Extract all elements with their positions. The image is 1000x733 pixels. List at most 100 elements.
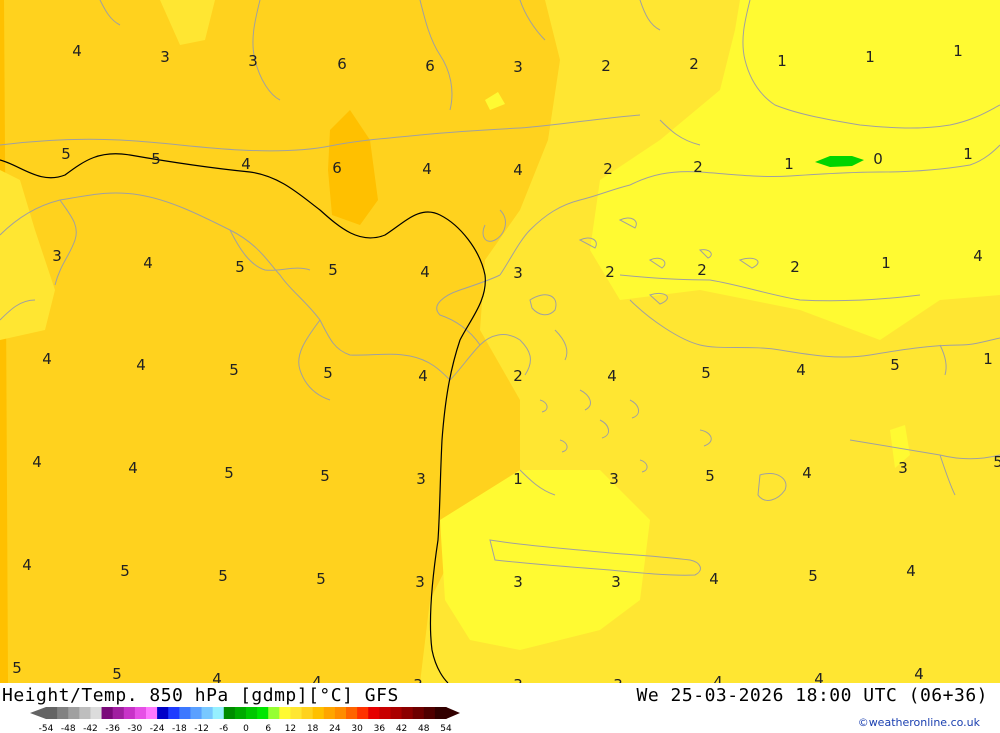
scale-label: -54 — [39, 724, 54, 733]
scale-swatch — [68, 707, 80, 719]
temperature-label: 4 — [914, 665, 924, 683]
temperature-label: 4 — [709, 570, 719, 588]
scale-arrow-left — [30, 707, 46, 719]
scale-label: 12 — [285, 724, 296, 733]
temperature-label: 4 — [212, 670, 222, 683]
scale-swatch — [134, 707, 147, 719]
scale-label: 30 — [351, 724, 363, 733]
scale-swatch — [57, 707, 69, 719]
temperature-label: 4 — [513, 161, 523, 179]
scale-swatch — [312, 707, 325, 719]
temperature-label: 5 — [320, 467, 330, 485]
temperature-label: 3 — [613, 676, 623, 683]
scale-swatch — [323, 707, 336, 719]
temperature-label: 4 — [136, 356, 146, 374]
scale-swatch — [412, 707, 425, 719]
temperature-label: 3 — [513, 573, 523, 591]
scale-swatch — [379, 707, 391, 719]
temperature-label: 2 — [601, 57, 611, 75]
scale-label: -48 — [61, 724, 76, 733]
temperature-label: 5 — [323, 364, 333, 382]
scale-swatch — [234, 707, 247, 719]
scale-swatch — [357, 707, 369, 719]
temperature-label: 4 — [973, 247, 983, 265]
temperature-label: 5 — [705, 467, 715, 485]
scale-label: 48 — [418, 724, 430, 733]
temperature-label: 1 — [953, 42, 963, 60]
temperature-label: 5 — [328, 261, 338, 279]
temperature-label: 4 — [32, 453, 42, 471]
temperature-label: 4 — [72, 42, 82, 60]
temperature-label: 6 — [425, 57, 435, 75]
temperature-label: 3 — [415, 573, 425, 591]
temperature-label: 5 — [12, 659, 22, 677]
temperature-label: 4 — [422, 160, 432, 178]
temperature-label: 3 — [413, 676, 423, 683]
temperature-label: 3 — [248, 52, 258, 70]
temperature-label: 4 — [796, 361, 806, 379]
temperature-label: 4 — [128, 459, 138, 477]
scale-swatch — [90, 707, 103, 719]
scale-swatch — [290, 707, 303, 719]
scale-swatch — [268, 707, 280, 719]
temperature-label: 5 — [61, 145, 71, 163]
scale-label: -6 — [219, 724, 228, 733]
temperature-label: 4 — [42, 350, 52, 368]
scale-label: 18 — [307, 724, 319, 733]
scale-swatch — [79, 707, 91, 719]
temperature-label: 2 — [693, 158, 703, 176]
scale-label: -42 — [83, 724, 98, 733]
scale-label: -24 — [150, 724, 165, 733]
temperature-label: 6 — [332, 159, 342, 177]
scale-swatch — [401, 707, 414, 719]
temperature-label: 4 — [802, 464, 812, 482]
temperature-label: 2 — [605, 263, 615, 281]
scale-label: -36 — [105, 724, 120, 733]
map-canvas: 4 3 3 6 6 3 2 2 1 1 1 5 5 4 6 4 4 2 2 1 0 1 3 4 5 5 4 3 2 2 2 1 4 4 4 5 5 4 2 4… — [0, 0, 1000, 683]
scale-swatch — [101, 707, 114, 719]
scale-swatch — [146, 707, 158, 719]
temperature-label: 4 — [312, 673, 322, 683]
temperature-label: 5 — [112, 665, 122, 683]
scale-swatch — [346, 707, 358, 719]
temperature-label: 5 — [218, 567, 228, 585]
temperature-label: 4 — [418, 367, 428, 385]
temperature-label: 5 — [701, 364, 711, 382]
scale-swatch — [246, 707, 258, 719]
color-scale: -54 -48 -42 -36 -30 -24 -18 -12 -6 0 6 12 18 24 30 36 42… — [30, 707, 460, 733]
temperature-label: 1 — [513, 470, 523, 488]
valid-time: We 25-03-2026 18:00 UTC (06+36) — [636, 685, 988, 706]
scale-swatch — [434, 707, 447, 719]
temperature-label: 2 — [689, 55, 699, 73]
temperature-label: 2 — [697, 261, 707, 279]
scale-swatch — [157, 707, 169, 719]
temperature-label: 3 — [52, 247, 62, 265]
scale-arrow-right — [446, 707, 460, 719]
scale-label: 6 — [265, 724, 271, 733]
temperature-label: 5 — [224, 464, 234, 482]
scale-swatch — [301, 707, 314, 719]
temperature-label: 3 — [513, 58, 523, 76]
scale-swatch — [390, 707, 403, 719]
scale-label: 0 — [243, 724, 249, 733]
footer: Height/Temp. 850 hPa [gdmp][°C] GFS We 2… — [0, 683, 1000, 733]
temperature-label: 3 — [609, 470, 619, 488]
temperature-label: 4 — [607, 367, 617, 385]
temperature-label: 4 — [713, 673, 723, 683]
scale-swatch — [46, 707, 58, 719]
credit-link[interactable]: ©weatheronline.co.uk — [858, 716, 980, 729]
temperature-label: 1 — [881, 254, 891, 272]
temperature-label: 5 — [120, 562, 130, 580]
temperature-label: 1 — [983, 350, 993, 368]
scale-label: 24 — [329, 724, 341, 733]
scale-swatch — [423, 707, 436, 719]
map-title: Height/Temp. 850 hPa [gdmp][°C] GFS — [2, 685, 399, 706]
temperature-label: 4 — [241, 155, 251, 173]
temperature-label: 1 — [784, 155, 794, 173]
temperature-label: 5 — [993, 453, 1000, 471]
temperature-label: 4 — [143, 254, 153, 272]
scale-label: -30 — [128, 724, 143, 733]
scale-swatch — [190, 707, 203, 719]
scale-label: 54 — [440, 724, 452, 733]
temperature-label: 0 — [873, 150, 883, 168]
